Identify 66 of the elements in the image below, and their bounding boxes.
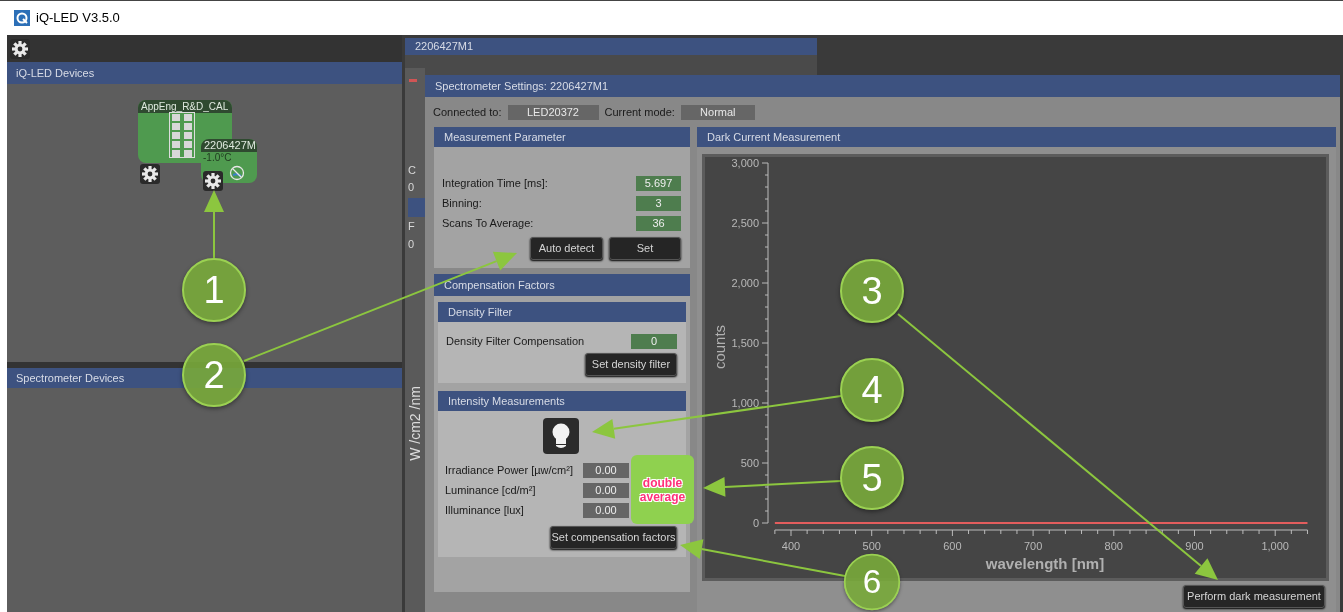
tick-label: 3,000 bbox=[731, 157, 759, 169]
section-header: Dark Current Measurement bbox=[697, 127, 1336, 147]
button[interactable]: Auto detect bbox=[530, 237, 603, 260]
tick-label: 800 bbox=[1104, 540, 1123, 552]
tick-label: 500 bbox=[740, 457, 759, 469]
label: Connected to: bbox=[433, 104, 502, 120]
section-header: iQ-LED Devices bbox=[7, 62, 402, 84]
spectrometer-icon bbox=[229, 165, 245, 181]
value-field[interactable]: 5.697 bbox=[636, 175, 681, 191]
arrow bbox=[204, 190, 224, 259]
field-label: Integration Time [ms]: bbox=[442, 175, 548, 191]
tick-label: 2,500 bbox=[731, 217, 759, 229]
label: F bbox=[408, 220, 415, 232]
label: Current mode: bbox=[604, 104, 675, 120]
dialog-title: Spectrometer Settings: 2206427M1 bbox=[425, 75, 1340, 97]
app-logo-icon bbox=[14, 10, 30, 26]
axis-title: counts bbox=[711, 324, 728, 370]
light-bulb-icon[interactable] bbox=[543, 418, 579, 454]
button[interactable]: Set compensation factors bbox=[550, 526, 677, 549]
tick-label: 700 bbox=[1023, 540, 1043, 552]
value-field[interactable]: 0.00 bbox=[583, 462, 629, 478]
axis-title: wavelength [nm] bbox=[985, 555, 1105, 572]
section-header: Density Filter bbox=[438, 302, 686, 322]
tick-label: 1,000 bbox=[731, 397, 759, 409]
device-name: 2206427M bbox=[201, 139, 257, 152]
section-header: Compensation Factors bbox=[434, 274, 690, 296]
tick-label: 1,000 bbox=[1261, 540, 1289, 552]
led-grid-icon bbox=[169, 112, 195, 158]
tick-label: 1,500 bbox=[731, 337, 759, 349]
value-field[interactable]: 0.00 bbox=[583, 502, 629, 518]
field-label: Irradiance Power [µw/cm²] bbox=[445, 462, 573, 478]
settings-icon[interactable] bbox=[10, 38, 30, 59]
button[interactable]: Set bbox=[609, 237, 681, 260]
tick-label: 0 bbox=[752, 517, 759, 529]
label: C bbox=[408, 164, 416, 176]
label: 0 bbox=[408, 238, 415, 250]
temperature-label: -1.0°C bbox=[202, 152, 233, 164]
field-label: Binning: bbox=[442, 195, 482, 211]
value-field[interactable]: 36 bbox=[636, 215, 681, 231]
tab[interactable]: 2206427M1 bbox=[405, 38, 817, 55]
section-header: Intensity Measurements bbox=[438, 391, 686, 411]
value-field[interactable]: 0 bbox=[631, 333, 677, 349]
field-label: Luminance [cd/m²] bbox=[445, 482, 536, 498]
axis-label: W /cm2 /nm bbox=[405, 385, 424, 461]
tick-label: 900 bbox=[1185, 540, 1204, 552]
label: 0 bbox=[408, 181, 415, 193]
field-label: Illuminance [lux] bbox=[445, 502, 524, 518]
settings-icon[interactable] bbox=[140, 164, 160, 184]
value-display: Normal bbox=[680, 104, 755, 120]
device-name: AppEng_R&D_CAL bbox=[138, 100, 232, 113]
value-field[interactable]: 0.00 bbox=[583, 482, 629, 498]
tick-label: 2,000 bbox=[731, 277, 759, 289]
settings-icon[interactable] bbox=[203, 171, 223, 191]
window-title: iQ-LED V3.5.0 bbox=[36, 9, 120, 28]
section-header: Measurement Parameter bbox=[434, 127, 690, 147]
field-label: Scans To Average: bbox=[442, 215, 534, 231]
tick-label: 500 bbox=[862, 540, 881, 552]
selection-highlight bbox=[408, 198, 425, 217]
tick-label: 400 bbox=[781, 540, 801, 552]
button[interactable]: Perform dark measurement bbox=[1183, 585, 1325, 608]
value-field[interactable]: 3 bbox=[636, 195, 681, 211]
field-label: Density Filter Compensation bbox=[446, 333, 585, 349]
sticker-note: double average bbox=[631, 455, 694, 524]
value-display: LED20372 bbox=[507, 104, 599, 120]
button[interactable]: Set density filter bbox=[585, 353, 677, 376]
tick-label: 600 bbox=[943, 540, 962, 552]
